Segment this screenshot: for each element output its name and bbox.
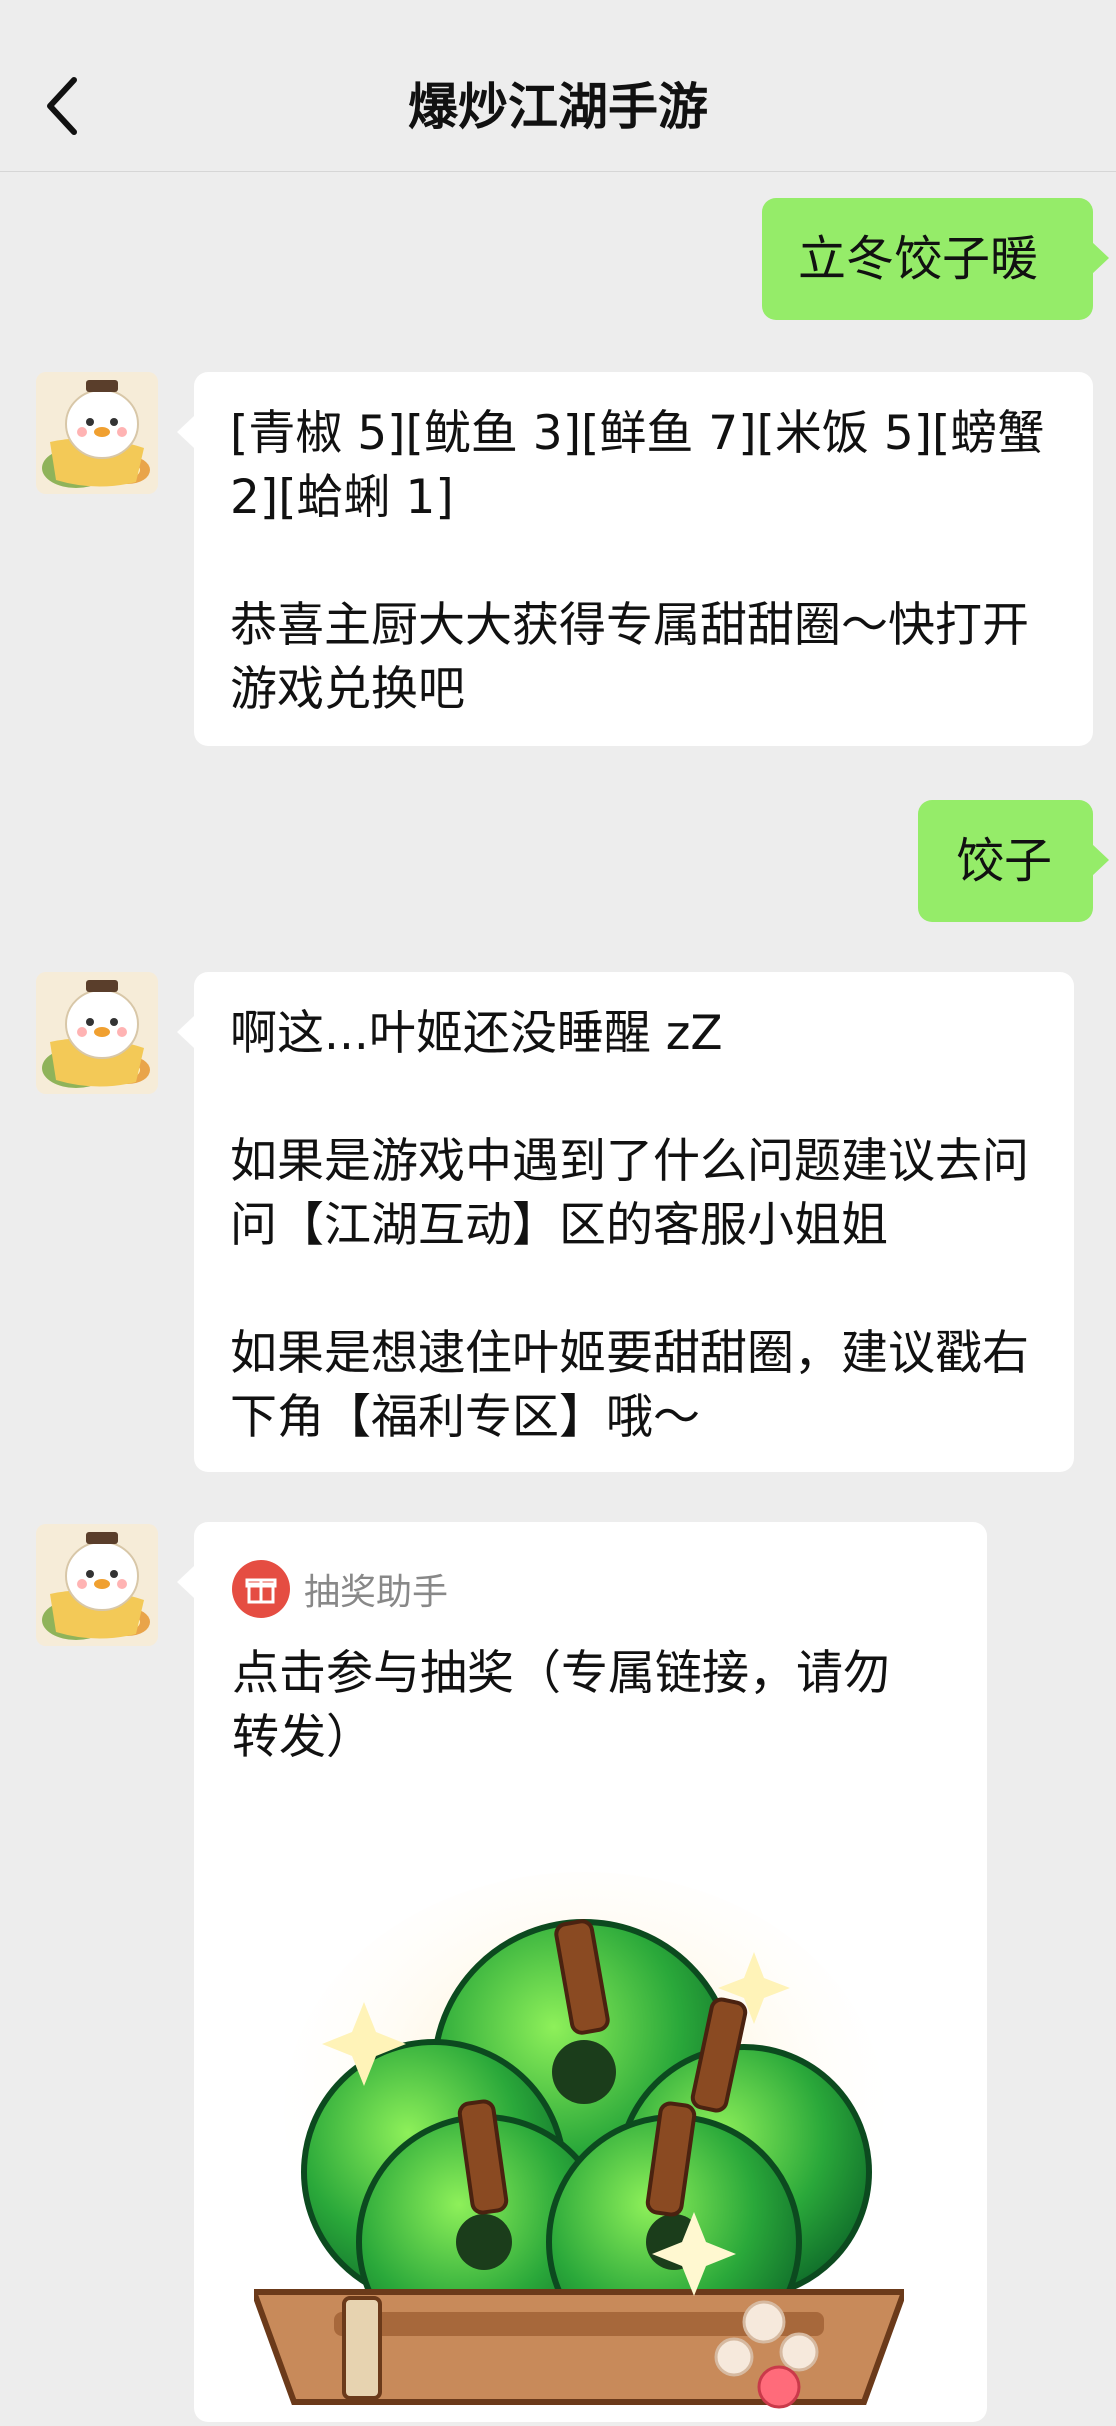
nav-bar: 爆炒江湖手游 bbox=[0, 0, 1116, 172]
chef-duck-avatar-icon bbox=[36, 1524, 158, 1646]
message-text: 如果是想逮住叶姬要甜甜圈，建议戳右下角【福利专区】哦～ bbox=[230, 1326, 1029, 1445]
donut-basket-image bbox=[249, 1842, 909, 2422]
outgoing-message[interactable]: 饺子 bbox=[918, 800, 1109, 922]
message-text: 饺子 bbox=[956, 833, 1053, 889]
incoming-message[interactable]: 啊这...叶姬还没睡醒 zZ 如果是游戏中遇到了什么问题建议去问问【江湖互动】区… bbox=[177, 972, 1074, 1472]
avatar[interactable] bbox=[36, 972, 158, 1094]
outgoing-message[interactable]: 立冬饺子暖 bbox=[762, 198, 1109, 320]
gift-icon bbox=[232, 1560, 290, 1618]
chef-duck-avatar-icon bbox=[36, 372, 158, 494]
avatar[interactable] bbox=[36, 1524, 158, 1646]
incoming-message[interactable]: [青椒 5][鱿鱼 3][鲜鱼 7][米饭 5][螃蟹 2][蛤蜊 1] 恭喜主… bbox=[177, 372, 1093, 746]
source-name: 抽奖助手 bbox=[304, 1572, 449, 1613]
message-text: 如果是游戏中遇到了什么问题建议去问问【江湖互动】区的客服小姐姐 bbox=[230, 1134, 1029, 1253]
lottery-link-card[interactable]: 抽奖助手 点击参与抽奖（专属链接，请勿转发） bbox=[177, 1522, 987, 2422]
message-text: 恭喜主厨大大获得专属甜甜圈～快打开游戏兑换吧 bbox=[230, 598, 1029, 717]
message-text: 立冬饺子暖 bbox=[798, 231, 1039, 287]
card-title: 点击参与抽奖（专属链接，请勿转发） bbox=[232, 1646, 890, 1765]
chef-duck-avatar-icon bbox=[36, 972, 158, 1094]
page-title: 爆炒江湖手游 bbox=[408, 78, 708, 136]
message-text: [青椒 5][鱿鱼 3][鲜鱼 7][米饭 5][螃蟹 2][蛤蜊 1] bbox=[230, 406, 1045, 525]
message-text: 啊这...叶姬还没睡醒 zZ bbox=[230, 1006, 723, 1061]
card-source: 抽奖助手 bbox=[232, 1560, 448, 1618]
avatar[interactable] bbox=[36, 372, 158, 494]
